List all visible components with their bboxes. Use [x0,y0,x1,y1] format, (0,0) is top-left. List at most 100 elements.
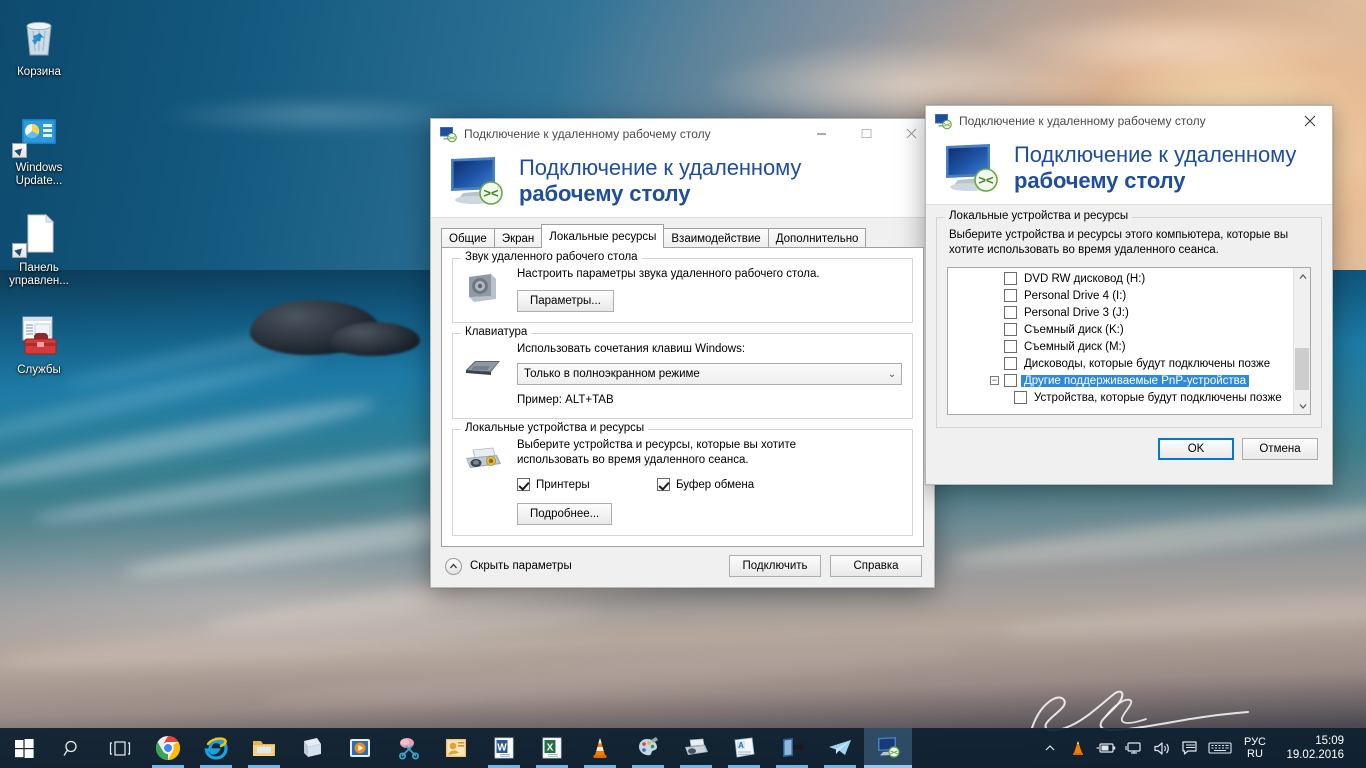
more-devices-button[interactable]: Подробнее... [517,503,613,525]
item-checkbox[interactable] [1004,323,1017,336]
list-item[interactable]: Personal Drive 3 (J:) [948,304,1293,321]
item-checkbox[interactable] [1014,391,1027,404]
scroll-thumb[interactable] [1295,347,1309,391]
taskbar-app-media-player[interactable] [336,728,384,768]
group-keyboard: Клавиатура Использовать сочетания клавиш… [452,326,913,419]
list-item[interactable]: Дисководы, которые будут подключены позж… [948,355,1293,372]
taskbar-app-snipping-tool[interactable] [384,728,432,768]
list-item[interactable]: DVD RW дисковод (H:) [948,270,1293,287]
tray-icon-battery[interactable] [1092,728,1120,768]
item-checkbox[interactable] [1004,374,1017,387]
desktop-icon-services[interactable]: Службы [0,312,78,377]
ok-button[interactable]: OK [1158,438,1234,460]
hide-options-toggle[interactable]: Скрыть параметры [445,557,572,575]
taskbar-app-internet-explorer[interactable] [192,728,240,768]
devices-list: DVD RW дисковод (H:) Personal Drive 4 (I… [948,268,1293,414]
clock-time: 15:09 [1315,735,1344,747]
tray-icon-network[interactable] [1120,728,1148,768]
taskbar-app-vlc[interactable] [576,728,624,768]
audio-description: Настроить параметры звука удаленного раб… [517,268,820,280]
folder-icon [253,741,275,756]
close-button[interactable] [1287,106,1332,136]
list-item[interactable]: Съемный диск (M:) [948,338,1293,355]
keyboard-icon [463,340,517,408]
item-checkbox[interactable] [1004,272,1017,285]
desktop-icon-recycle-bin[interactable]: Корзина [0,14,78,79]
battery-icon [1096,743,1116,753]
tree-collapse-icon[interactable]: − [990,376,999,385]
list-item[interactable]: Personal Drive 4 (I:) [948,287,1293,304]
tab-experience[interactable]: Взаимодействие [663,228,769,248]
list-item-selected[interactable]: − Другие поддерживаемые PnP-устройства [948,372,1293,389]
taskbar-app-printer[interactable] [672,728,720,768]
help-button[interactable]: Справка [830,555,922,577]
devices-description-line-1: Выберите устройства и ресурсы, которые в… [517,439,797,451]
item-checkbox[interactable] [1004,340,1017,353]
checkbox-label: Принтеры [536,478,590,491]
minimize-button[interactable] [799,119,844,149]
checkbox-box [657,478,670,491]
scroll-track[interactable] [1294,285,1310,397]
task-view-button[interactable] [96,728,144,768]
list-item[interactable]: Съемный диск (K:) [948,321,1293,338]
item-checkbox[interactable] [1004,357,1017,370]
taskbar-app-telegram[interactable] [816,728,864,768]
tab-display[interactable]: Экран [493,228,543,248]
taskbar-app-word[interactable]: W [480,728,528,768]
svg-text:W: W [497,743,507,754]
tab-general[interactable]: Общие [441,228,495,248]
list-item[interactable]: Устройства, которые будут подключены поз… [948,389,1293,406]
cancel-button[interactable]: Отмена [1242,438,1318,460]
header-line-2: рабочему столу [519,181,691,206]
taskbar-app-outlook[interactable] [432,728,480,768]
checkbox-clipboard[interactable]: Буфер обмена [657,478,754,491]
tray-icon-volume[interactable] [1148,728,1176,768]
printer-icon [685,738,708,755]
taskbar-app-file-explorer[interactable] [240,728,288,768]
action-center-icon [1182,741,1198,755]
taskbar-app-store[interactable] [288,728,336,768]
show-desktop-button[interactable] [1354,728,1360,768]
vlc-cone-icon [593,738,607,758]
devices-dialog-titlebar[interactable]: >< Подключение к удаленному рабочему сто… [926,106,1332,136]
item-checkbox[interactable] [1004,289,1017,302]
shortcut-overlay-icon [12,143,27,158]
clock[interactable]: 15:09 19.02.2016 [1274,734,1354,762]
maximize-button[interactable] [844,119,889,149]
devices-listbox[interactable]: DVD RW дисковод (H:) Personal Drive 4 (I… [947,267,1311,415]
scroll-up-button[interactable] [1294,268,1310,285]
keyboard-icon [1208,742,1232,754]
taskbar-app-remote-desktop[interactable]: >< [864,728,912,768]
audio-settings-button[interactable]: Параметры... [517,290,614,312]
main-window-titlebar[interactable]: >< Подключение к удаленному рабочему сто… [431,119,934,149]
taskbar-app-google-chrome[interactable] [144,728,192,768]
tray-overflow-button[interactable] [1036,728,1064,768]
language-indicator[interactable]: РУС RU [1236,736,1274,760]
connect-button[interactable]: Подключить [729,555,821,577]
taskbar-app-remote-app[interactable] [768,728,816,768]
tab-local-resources[interactable]: Локальные ресурсы [541,224,665,248]
taskbar-app-paint[interactable] [624,728,672,768]
desktop-icon-windows-update[interactable]: Windows Update... [0,110,78,188]
tray-icon-touch-keyboard[interactable] [1204,728,1236,768]
tray-icon-action-center[interactable] [1176,728,1204,768]
start-button[interactable] [0,728,48,768]
taskbar-app-excel[interactable]: X [528,728,576,768]
taskbar: W X A >< РУС RU 15:09 19.02.2016 [0,728,1366,768]
checkbox-printers[interactable]: Принтеры [517,478,657,491]
vlc-cone-icon [1072,741,1083,755]
services-toolbox-icon [0,312,78,360]
desktop-icon-control-panel[interactable]: Панель управлен... [0,210,78,288]
scroll-down-button[interactable] [1294,397,1310,414]
windows-key-combo[interactable]: Только в полноэкранном режиме ⌄ [517,363,902,385]
search-button[interactable] [48,728,96,768]
store-icon [304,738,321,757]
tab-advanced[interactable]: Дополнительно [767,228,867,248]
svg-text:A: A [738,741,744,750]
devices-list-scrollbar[interactable] [1293,268,1310,414]
item-label: DVD RW дисковод (H:) [1024,272,1146,285]
item-checkbox[interactable] [1004,306,1017,319]
taskbar-app-notepad[interactable]: A [720,728,768,768]
tray-icon-vlc[interactable] [1064,728,1092,768]
system-tray: РУС RU 15:09 19.02.2016 [1036,728,1366,768]
